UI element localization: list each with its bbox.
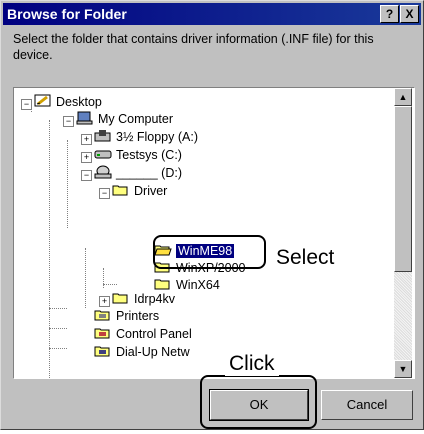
- select-callout-box: [153, 235, 266, 269]
- tree-node-my-computer[interactable]: My Computer: [76, 111, 173, 128]
- tree-node-testsys[interactable]: Testsys (C:): [94, 147, 182, 164]
- vertical-scrollbar[interactable]: ▲ ▼: [394, 88, 412, 378]
- tree-node-floppy[interactable]: 3½ Floppy (A:): [94, 129, 198, 146]
- tree-label: 3½ Floppy (A:): [116, 130, 198, 144]
- tree-label: Idrp4kv: [134, 292, 175, 306]
- floppy-drive-icon: [94, 129, 112, 142]
- expand-toggle-floppy[interactable]: +: [81, 134, 92, 145]
- desktop-icon: [34, 94, 52, 107]
- select-callout-label: Select: [272, 246, 339, 270]
- tree-node-control-panel[interactable]: Control Panel: [94, 326, 192, 343]
- open-folder-icon: [112, 183, 130, 196]
- folder-icon: [112, 291, 130, 304]
- folder-icon: [154, 277, 172, 290]
- tree-node-driver[interactable]: Driver: [112, 183, 167, 200]
- close-button[interactable]: X: [400, 5, 419, 23]
- tree-node-desktop[interactable]: Desktop: [34, 94, 102, 111]
- tree-label: My Computer: [98, 112, 174, 126]
- tree-label: ______ (D:): [116, 166, 183, 180]
- click-callout-label: Click: [225, 352, 279, 376]
- tree-node-printers[interactable]: Printers: [94, 308, 159, 325]
- tree-label: Testsys (C:): [116, 148, 182, 162]
- title-bar: Browse for Folder ? X: [3, 3, 421, 25]
- collapse-toggle-driver[interactable]: −: [99, 188, 110, 199]
- tree-label: Dial-Up Netw: [116, 345, 190, 359]
- expand-toggle-idrp4kv[interactable]: +: [99, 296, 110, 307]
- expand-toggle-testsys[interactable]: +: [81, 152, 92, 163]
- tree-label: Driver: [134, 184, 168, 198]
- click-callout-box: [200, 375, 317, 429]
- collapse-toggle-desktop[interactable]: −: [21, 99, 32, 110]
- cancel-button[interactable]: Cancel: [321, 390, 413, 420]
- tree-label: Desktop: [56, 95, 102, 109]
- tree-node-dialup[interactable]: Dial-Up Netw: [94, 344, 190, 361]
- tree-label: Control Panel: [116, 327, 192, 341]
- control-panel-icon: [94, 326, 112, 339]
- folder-tree[interactable]: − Desktop − My Computer + 3½ Floppy (A:): [13, 87, 415, 379]
- scroll-up-arrow-icon[interactable]: ▲: [394, 88, 412, 106]
- tree-node-idrp4kv[interactable]: Idrp4kv: [112, 291, 175, 308]
- scroll-down-arrow-icon[interactable]: ▼: [394, 360, 412, 378]
- tree-label: WinX64: [176, 278, 220, 292]
- hard-drive-icon: [94, 147, 112, 160]
- dialup-networking-icon: [94, 344, 112, 357]
- computer-icon: [76, 111, 94, 125]
- help-button[interactable]: ?: [380, 5, 399, 23]
- collapse-toggle-my-computer[interactable]: −: [63, 116, 74, 127]
- instruction-text: Select the folder that contains driver i…: [13, 32, 374, 62]
- printers-folder-icon: [94, 308, 112, 321]
- browse-for-folder-dialog: Browse for Folder ? X Select the folder …: [0, 0, 424, 430]
- tree-label: Printers: [116, 309, 160, 323]
- scrollbar-thumb[interactable]: [394, 106, 412, 272]
- cd-drive-icon: [94, 165, 112, 179]
- tree-node-cd-drive[interactable]: ______ (D:): [94, 165, 182, 182]
- collapse-toggle-cd-drive[interactable]: −: [81, 170, 92, 181]
- window-title: Browse for Folder: [7, 6, 127, 22]
